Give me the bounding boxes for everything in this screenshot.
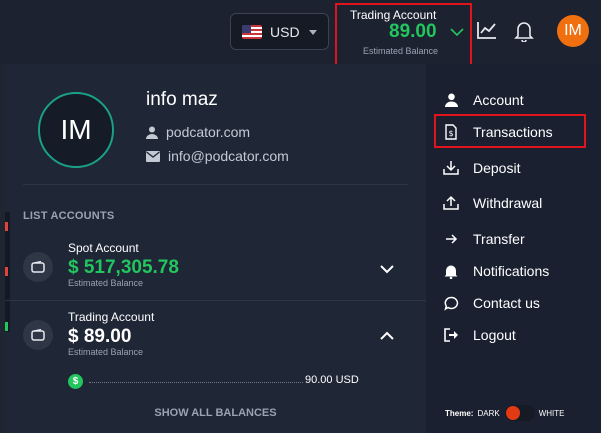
download-icon [441, 159, 461, 177]
menu-item-deposit[interactable]: Deposit [441, 156, 520, 180]
account-estimated-label: Estimated Balance [363, 46, 439, 56]
username: podcator.com [166, 124, 251, 140]
profile-avatar: IM [38, 92, 114, 168]
show-all-balances-button[interactable]: SHOW ALL BALANCES [5, 407, 426, 419]
user-icon [441, 91, 461, 109]
highlight-box-transactions [434, 114, 586, 148]
chart-icon[interactable] [476, 20, 498, 45]
divider [23, 184, 408, 185]
theme-dark-label: DARK [477, 408, 500, 418]
account-amount: 89.00 [389, 21, 437, 42]
profile-panel: IM info maz podcator.com info@podcator.c… [5, 64, 426, 433]
user-email: info@podcator.com [168, 148, 289, 164]
trading-account-summary[interactable]: Trading Account 89.00 Estimated Balance [335, 3, 472, 66]
account-row-spot[interactable]: Spot Account $ 517,305.78 Estimated Bala… [5, 234, 426, 298]
us-flag-icon [242, 24, 262, 39]
theme-white-label: WHITE [538, 408, 565, 418]
menu-label: Notifications [473, 263, 550, 279]
wallet-icon [23, 320, 53, 350]
chevron-down-icon[interactable] [450, 24, 464, 42]
menu-label: Withdrawal [473, 195, 543, 211]
chat-icon [441, 294, 461, 312]
edge-marker [5, 222, 8, 231]
username-line: podcator.com [146, 124, 250, 140]
menu-item-logout[interactable]: Logout [441, 323, 516, 347]
menu-label: Logout [473, 327, 516, 343]
user-name: info maz [146, 89, 218, 110]
theme-label: Theme: [445, 408, 474, 418]
chevron-down-icon[interactable] [379, 261, 395, 279]
currency-selector[interactable]: USD [230, 13, 329, 50]
balance-value: 90.00 USD [305, 374, 359, 386]
menu-item-account[interactable]: Account [441, 88, 524, 112]
caret-down-icon [309, 30, 317, 35]
account-name: Trading Account [68, 310, 155, 324]
avatar[interactable]: IM [557, 15, 589, 47]
menu-label: Account [473, 92, 524, 108]
upload-icon [441, 194, 461, 212]
account-estimated-label: Estimated Balance [68, 347, 144, 357]
menu-item-withdrawal[interactable]: Withdrawal [441, 191, 542, 215]
menu-item-transfer[interactable]: Transfer [441, 227, 525, 251]
user-icon [146, 126, 158, 139]
dotted-leader [89, 382, 303, 383]
account-amount: $ 517,305.78 [68, 257, 179, 278]
list-accounts-heading: LIST ACCOUNTS [23, 210, 115, 222]
toggle-knob [505, 406, 520, 420]
menu-label: Contact us [473, 295, 540, 311]
bell-icon [441, 262, 461, 280]
logout-icon [441, 326, 461, 344]
account-title: Trading Account [350, 8, 437, 22]
bell-icon[interactable] [514, 20, 534, 47]
email-line: info@podcator.com [146, 148, 289, 164]
menu-item-contact[interactable]: Contact us [441, 291, 540, 315]
wallet-icon [23, 252, 53, 282]
menu-label: Deposit [473, 160, 521, 176]
currency-label: USD [270, 23, 300, 40]
theme-switch: Theme: DARK WHITE [445, 405, 564, 421]
account-name: Spot Account [68, 241, 139, 255]
top-bar: USD Trading Account 89.00 Estimated Bala… [0, 0, 601, 66]
menu-label: Transfer [473, 231, 525, 247]
theme-toggle[interactable] [504, 405, 535, 421]
chevron-up-icon[interactable] [379, 328, 395, 346]
account-row-trading[interactable]: Trading Account $ 89.00 Estimated Balanc… [5, 303, 426, 367]
menu-item-notifications[interactable]: Notifications [441, 259, 549, 283]
arrow-right-icon [441, 230, 461, 248]
account-estimated-label: Estimated Balance [68, 278, 144, 288]
divider [5, 300, 426, 301]
dollar-coin-icon: $ [68, 374, 83, 389]
account-amount: $ 89.00 [68, 326, 132, 347]
envelope-icon [146, 150, 160, 162]
